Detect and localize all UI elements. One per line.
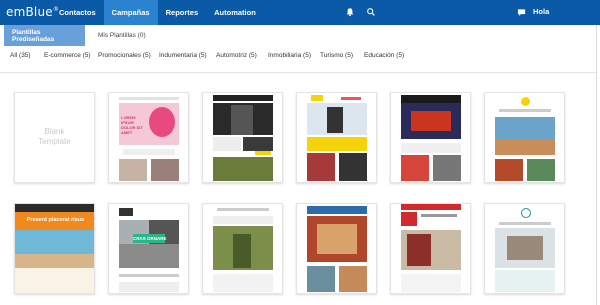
chat-icon[interactable] xyxy=(517,8,526,17)
filter-automotriz[interactable]: Automotriz (5) xyxy=(216,52,257,59)
user-greeting[interactable]: Hola xyxy=(533,7,549,16)
nav-automation[interactable]: Automation xyxy=(206,0,264,25)
logo-text: emBlue xyxy=(6,5,53,19)
template-card-6[interactable]: Present placerat risus xyxy=(14,203,95,294)
scrollbar-edge[interactable] xyxy=(596,25,600,305)
template-tabs: Plantillas Prediseñadas Mis Plantillas (… xyxy=(0,25,600,46)
filter-educacion[interactable]: Educación (5) xyxy=(364,52,404,59)
search-icon[interactable] xyxy=(366,7,376,17)
template-card-blank[interactable]: Blank Template xyxy=(14,92,95,183)
nav-reportes[interactable]: Reportes xyxy=(158,0,207,25)
template-card-8[interactable] xyxy=(202,203,283,294)
template-card-2[interactable] xyxy=(202,92,283,183)
template-card-5[interactable] xyxy=(484,92,565,183)
template-card-10[interactable] xyxy=(390,203,471,294)
tab-predesigned-templates[interactable]: Plantillas Prediseñadas xyxy=(4,25,85,46)
template-card-1[interactable]: LOREM IPSUM DOLOR SIT AMET xyxy=(108,92,189,183)
nav-contactos[interactable]: Contactos xyxy=(51,0,104,25)
top-navigation-bar: emBlue® Contactos Campañas Reportes Auto… xyxy=(0,0,600,25)
filter-inmobiliaria[interactable]: Inmobiliaria (5) xyxy=(268,52,311,59)
card-7-badge: CRAS ORNARE xyxy=(133,234,167,243)
nav-campanas[interactable]: Campañas xyxy=(103,0,158,25)
card-6-headline: Present placerat risus xyxy=(26,217,85,223)
template-card-3[interactable] xyxy=(296,92,377,183)
tab-my-templates[interactable]: Mis Plantillas (0) xyxy=(90,25,154,46)
filter-promocionales[interactable]: Promocionales (5) xyxy=(98,52,151,59)
category-filters: All (35) E-commerce (5) Promocionales (5… xyxy=(0,52,600,66)
blank-template-label: Blank Template xyxy=(15,127,94,147)
template-card-9[interactable] xyxy=(296,203,377,294)
bell-icon[interactable] xyxy=(345,7,355,17)
filter-turismo[interactable]: Turismo (5) xyxy=(320,52,353,59)
main-nav: Contactos Campañas Reportes Automation xyxy=(51,0,264,25)
filter-indumentaria[interactable]: Indumentaria (5) xyxy=(159,52,207,59)
filter-all[interactable]: All (35) xyxy=(10,52,31,59)
template-card-11[interactable] xyxy=(484,203,565,294)
filter-divider xyxy=(0,72,600,73)
blank-label-line1: Blank xyxy=(44,127,65,136)
card-1-headline: LOREM IPSUM DOLOR SIT AMET xyxy=(121,115,143,135)
filter-ecommerce[interactable]: E-commerce (5) xyxy=(44,52,91,59)
template-card-7[interactable]: CRAS ORNARE xyxy=(108,203,189,294)
template-card-4[interactable] xyxy=(390,92,471,183)
blank-label-line2: Template xyxy=(38,137,71,146)
